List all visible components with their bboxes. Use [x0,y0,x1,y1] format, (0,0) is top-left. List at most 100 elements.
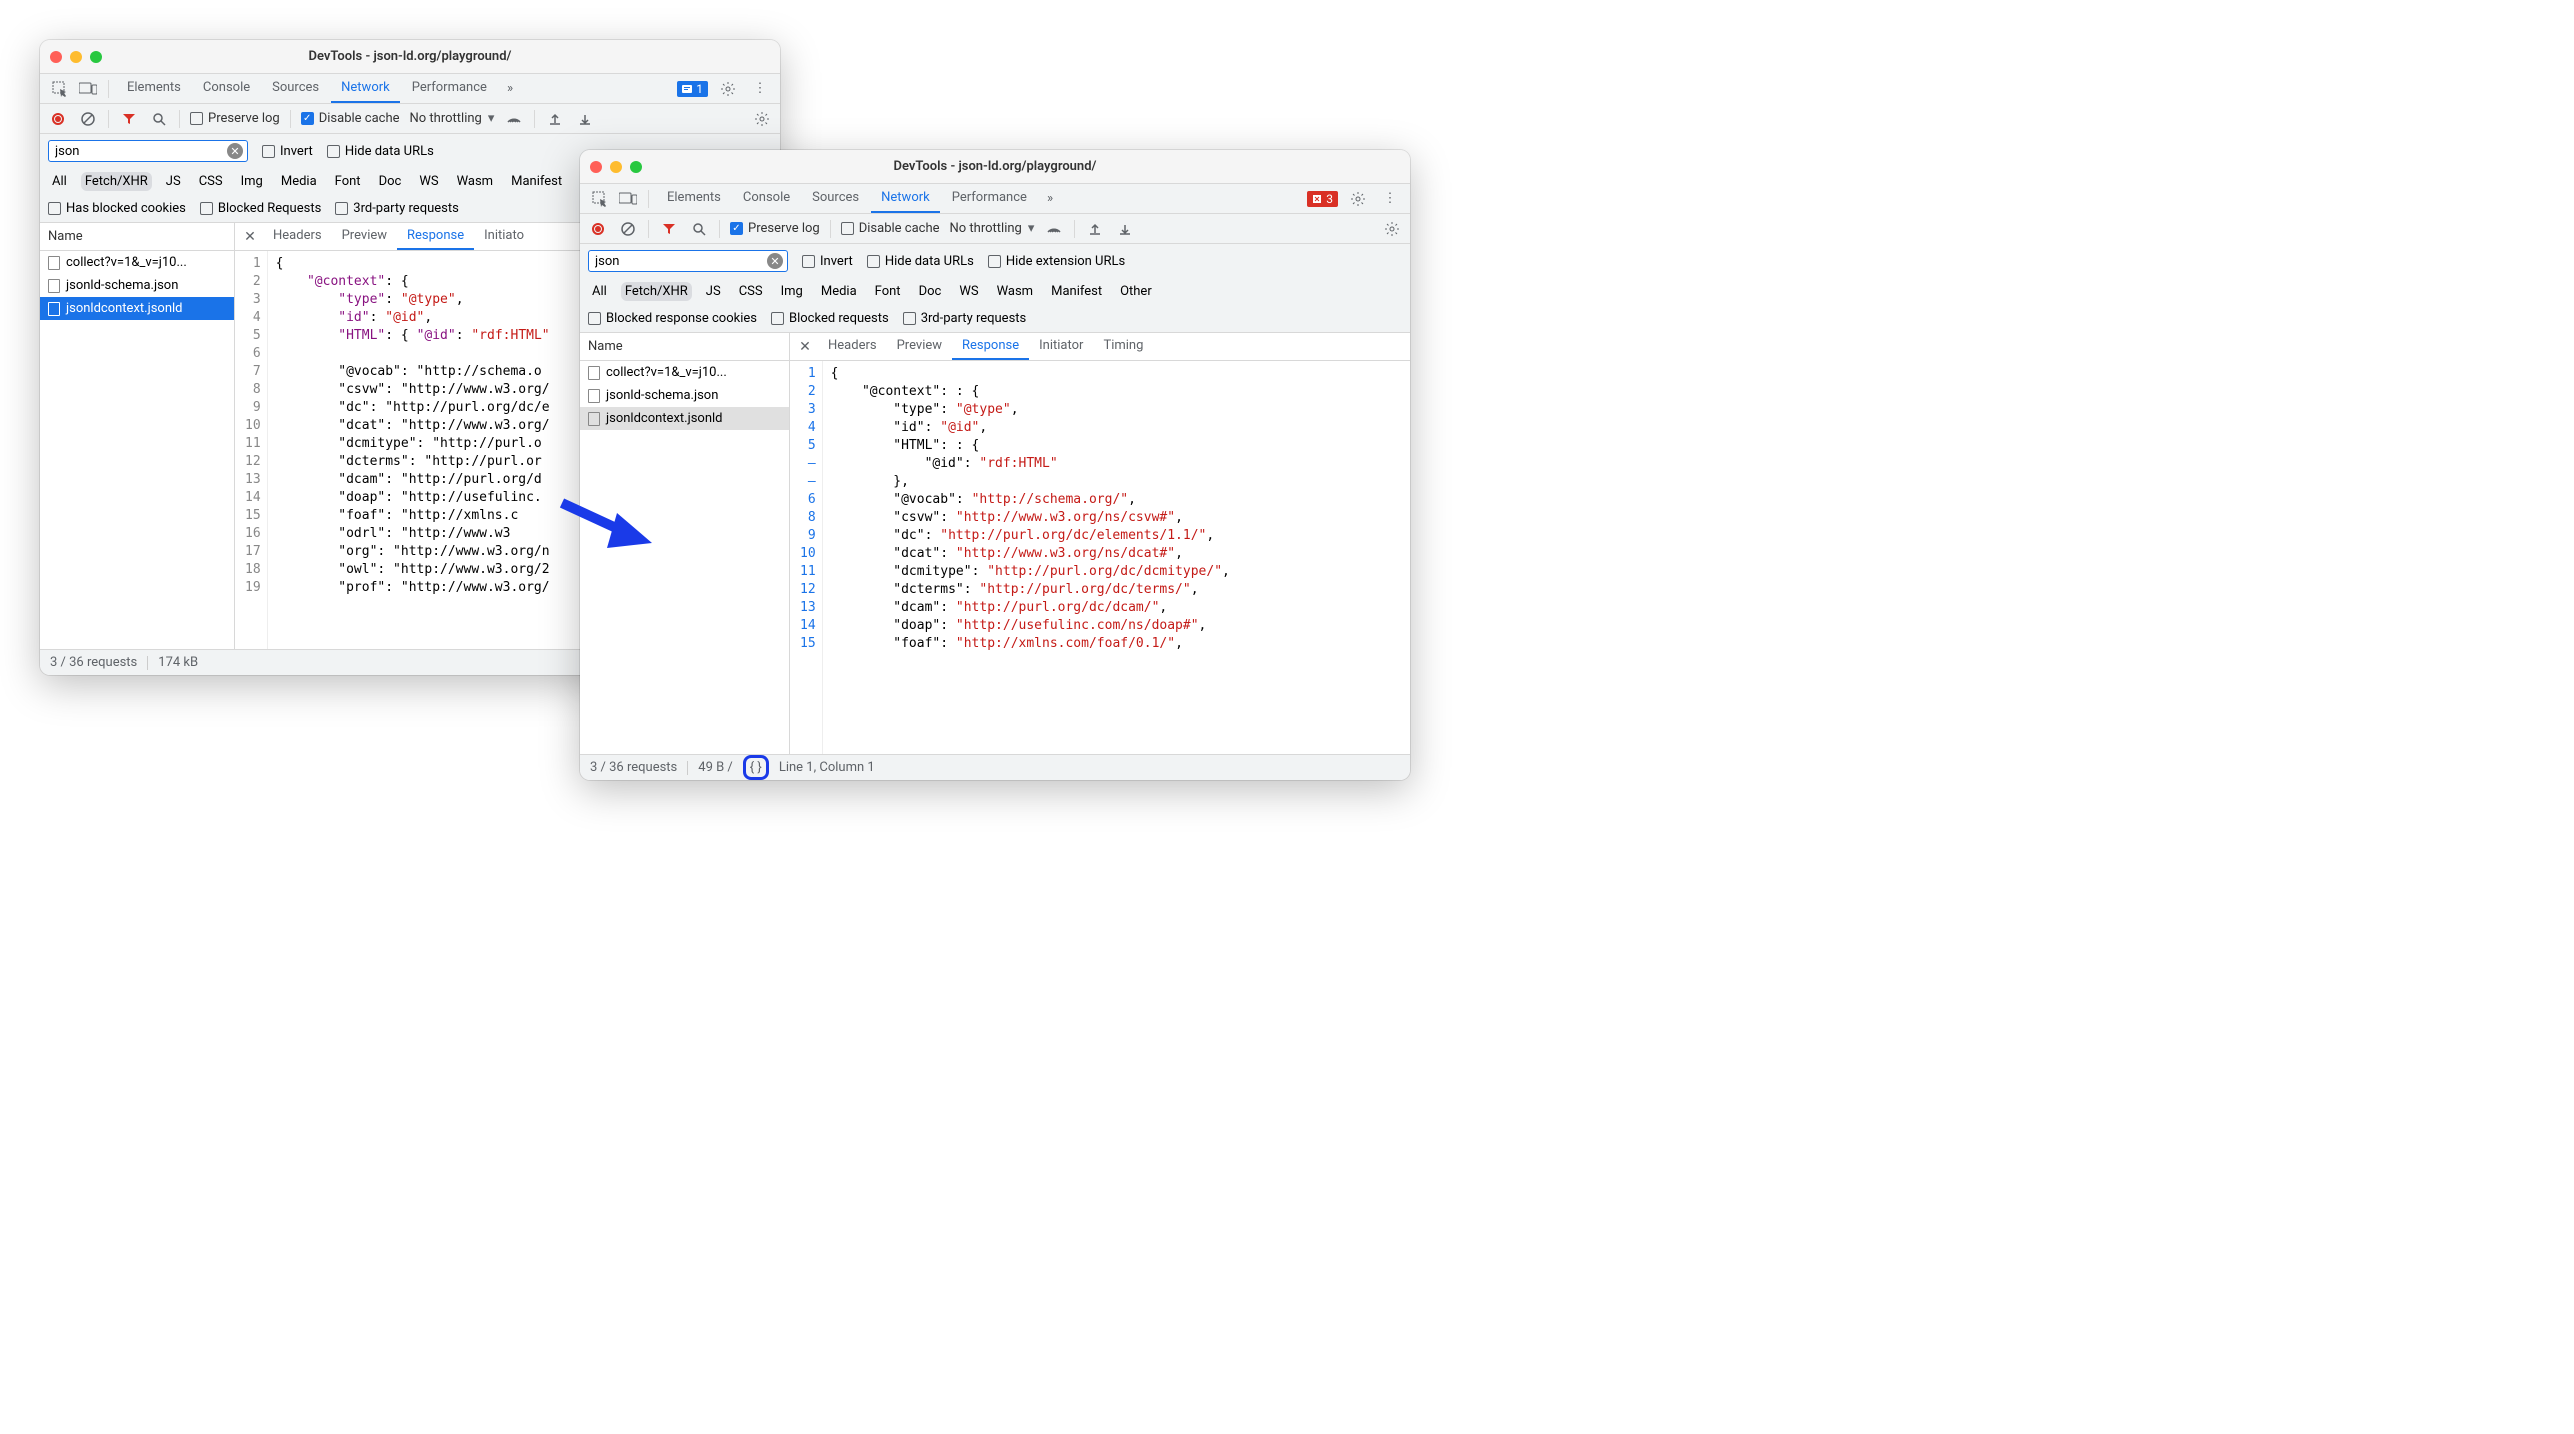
issues-badge[interactable]: 1 [677,81,708,97]
network-settings-icon[interactable] [1382,219,1402,239]
settings-icon[interactable] [1346,187,1370,211]
type-filter-fetch-xhr[interactable]: Fetch/XHR [621,282,692,301]
close-window-icon[interactable] [50,51,62,63]
detail-tab-initiato[interactable]: Initiato [474,223,534,250]
kebab-menu-icon[interactable]: ⋮ [1378,187,1402,211]
preserve-log-checkbox[interactable]: Preserve log [190,111,280,126]
type-filter-css[interactable]: CSS [195,172,227,191]
panel-tab-console[interactable]: Console [733,184,800,213]
inspect-element-icon[interactable] [588,187,612,211]
panel-tab-network[interactable]: Network [871,184,940,213]
panel-tab-sources[interactable]: Sources [262,74,329,103]
panel-tab-network[interactable]: Network [331,74,400,103]
name-column-header[interactable]: Name [580,333,789,361]
more-tabs-icon[interactable]: » [501,81,519,96]
type-filter-css[interactable]: CSS [735,282,767,301]
upload-har-icon[interactable] [545,109,565,129]
clear-filter-icon[interactable]: ✕ [767,253,783,269]
hide-data-urls-checkbox[interactable]: Hide data URLs [327,144,434,159]
blocked-requests-checkbox[interactable]: Blocked Requests [200,201,321,216]
type-filter-js[interactable]: JS [702,282,725,301]
panel-tab-performance[interactable]: Performance [402,74,497,103]
clear-icon[interactable] [78,109,98,129]
clear-icon[interactable] [618,219,638,239]
blocked-requests-checkbox[interactable]: Blocked requests [771,311,889,326]
panel-tab-performance[interactable]: Performance [942,184,1037,213]
preserve-log-checkbox[interactable]: ✓Preserve log [730,221,820,236]
throttling-dropdown[interactable]: No throttling▾ [410,111,495,126]
blocked-response-cookies-checkbox[interactable]: Blocked response cookies [588,311,757,326]
detail-tab-initiator[interactable]: Initiator [1029,333,1093,360]
third-party-requests-checkbox[interactable]: 3rd-party requests [335,201,459,216]
detail-tab-response[interactable]: Response [952,333,1029,360]
detail-tab-timing[interactable]: Timing [1093,333,1153,360]
settings-icon[interactable] [716,77,740,101]
device-toolbar-icon[interactable] [76,77,100,101]
panel-tab-console[interactable]: Console [193,74,260,103]
type-filter-other[interactable]: Other [1116,282,1156,301]
download-har-icon[interactable] [575,109,595,129]
close-detail-icon[interactable]: ✕ [794,339,816,355]
panel-tab-elements[interactable]: Elements [117,74,191,103]
type-filter-manifest[interactable]: Manifest [1047,282,1106,301]
type-filter-wasm[interactable]: Wasm [993,282,1038,301]
type-filter-js[interactable]: JS [162,172,185,191]
minimize-window-icon[interactable] [610,161,622,173]
download-har-icon[interactable] [1115,219,1135,239]
type-filter-all[interactable]: All [48,172,71,191]
search-icon[interactable] [149,109,169,129]
type-filter-font[interactable]: Font [871,282,905,301]
close-window-icon[interactable] [590,161,602,173]
inspect-element-icon[interactable] [48,77,72,101]
response-code-pane[interactable]: 12345––689101112131415 { "@context": : {… [790,361,1410,754]
minimize-window-icon[interactable] [70,51,82,63]
request-row[interactable]: jsonldcontext.jsonld [580,407,789,430]
filter-icon[interactable] [659,219,679,239]
request-row[interactable]: jsonld-schema.json [580,384,789,407]
type-filter-all[interactable]: All [588,282,611,301]
type-filter-img[interactable]: Img [777,282,807,301]
invert-checkbox[interactable]: Invert [802,254,853,269]
more-tabs-icon[interactable]: » [1041,191,1059,206]
type-filter-font[interactable]: Font [331,172,365,191]
hide-data-urls-checkbox[interactable]: Hide data URLs [867,254,974,269]
throttling-dropdown[interactable]: No throttling▾ [950,221,1035,236]
request-row[interactable]: collect?v=1&_v=j10... [580,361,789,384]
filter-input[interactable]: ✕ [48,140,248,162]
type-filter-fetch-xhr[interactable]: Fetch/XHR [81,172,152,191]
detail-tab-headers[interactable]: Headers [263,223,332,250]
has-blocked-cookies-checkbox[interactable]: Has blocked cookies [48,201,186,216]
name-column-header[interactable]: Name [40,223,234,251]
filter-input[interactable]: ✕ [588,250,788,272]
type-filter-ws[interactable]: WS [955,282,982,301]
kebab-menu-icon[interactable]: ⋮ [748,77,772,101]
pretty-print-icon[interactable]: { } [743,755,769,780]
panel-tab-elements[interactable]: Elements [657,184,731,213]
detail-tab-preview[interactable]: Preview [887,333,952,360]
filter-icon[interactable] [119,109,139,129]
type-filter-manifest[interactable]: Manifest [507,172,566,191]
type-filter-img[interactable]: Img [237,172,267,191]
record-icon[interactable] [588,219,608,239]
panel-tab-sources[interactable]: Sources [802,184,869,213]
disable-cache-checkbox[interactable]: ✓Disable cache [301,111,400,126]
detail-tab-response[interactable]: Response [397,223,474,250]
clear-filter-icon[interactable]: ✕ [227,143,243,159]
close-detail-icon[interactable]: ✕ [239,229,261,245]
request-row[interactable]: collect?v=1&_v=j10... [40,251,234,274]
network-conditions-icon[interactable] [504,109,524,129]
maximize-window-icon[interactable] [90,51,102,63]
filter-text-field[interactable] [595,254,767,269]
disable-cache-checkbox[interactable]: Disable cache [841,221,940,236]
record-icon[interactable] [48,109,68,129]
request-row[interactable]: jsonld-schema.json [40,274,234,297]
request-row[interactable]: jsonldcontext.jsonld [40,297,234,320]
errors-badge[interactable]: 3 [1307,191,1338,207]
third-party-requests-checkbox[interactable]: 3rd-party requests [903,311,1027,326]
network-settings-icon[interactable] [752,109,772,129]
type-filter-media[interactable]: Media [817,282,861,301]
detail-tab-preview[interactable]: Preview [332,223,397,250]
detail-tab-headers[interactable]: Headers [818,333,887,360]
filter-text-field[interactable] [55,144,227,159]
type-filter-doc[interactable]: Doc [915,282,946,301]
